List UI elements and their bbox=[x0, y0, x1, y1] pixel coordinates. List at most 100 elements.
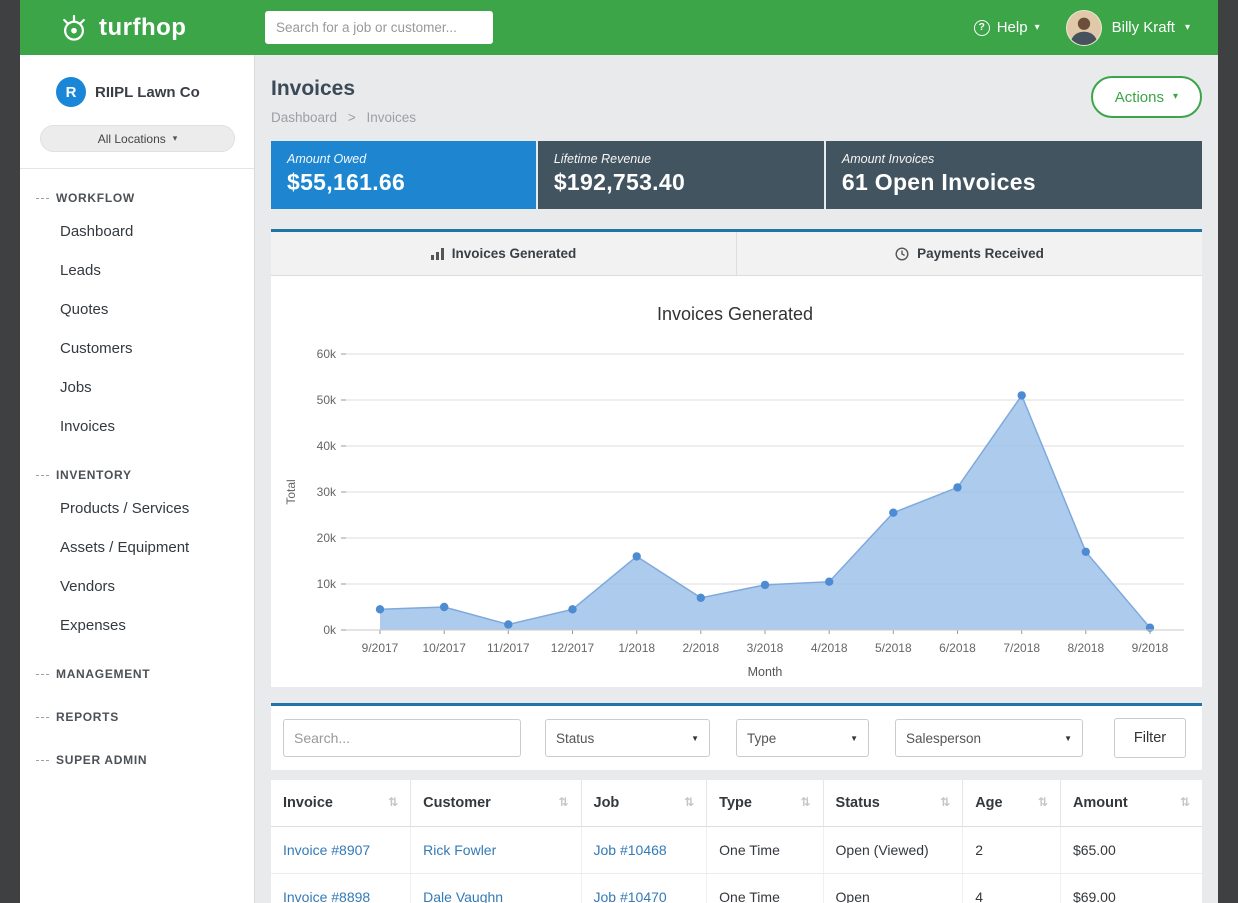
type-cell: One Time bbox=[707, 827, 823, 874]
chevron-down-icon: ▾ bbox=[1185, 23, 1190, 33]
sort-icon[interactable]: ⇅ bbox=[684, 795, 694, 809]
sidebar-item-assets-equipment[interactable]: Assets / Equipment bbox=[20, 528, 254, 567]
sidebar-item-dashboard[interactable]: Dashboard bbox=[20, 212, 254, 251]
user-name: Billy Kraft bbox=[1112, 19, 1175, 36]
svg-text:7/2018: 7/2018 bbox=[1003, 641, 1040, 655]
sidebar: R RIIPL Lawn Co All Locations ▾ WORKFLOW… bbox=[20, 55, 255, 903]
filter-selects: Status▼ Type▼ Salesperson▼ bbox=[545, 719, 1083, 757]
svg-text:60k: 60k bbox=[317, 347, 337, 361]
customer-link[interactable]: Dale Vaughn bbox=[423, 889, 503, 903]
invoice-link[interactable]: Invoice #8907 bbox=[283, 842, 370, 858]
sort-icon[interactable]: ⇅ bbox=[1038, 795, 1048, 809]
column-header-customer[interactable]: Customer⇅ bbox=[411, 780, 581, 827]
company-name: RIIPL Lawn Co bbox=[95, 84, 200, 101]
customer-link[interactable]: Rick Fowler bbox=[423, 842, 496, 858]
column-header-status[interactable]: Status⇅ bbox=[823, 780, 963, 827]
nav-section-label: REPORTS bbox=[56, 710, 119, 724]
tab-invoices-generated[interactable]: Invoices Generated bbox=[271, 232, 737, 275]
filter-button[interactable]: Filter bbox=[1114, 718, 1186, 758]
svg-text:20k: 20k bbox=[317, 531, 337, 545]
chevron-down-icon: ▾ bbox=[173, 134, 178, 143]
age-cell: 2 bbox=[963, 827, 1061, 874]
sidebar-item-jobs[interactable]: Jobs bbox=[20, 368, 254, 407]
salesperson-select[interactable]: Salesperson▼ bbox=[895, 719, 1083, 757]
svg-text:6/2018: 6/2018 bbox=[939, 641, 976, 655]
svg-text:12/2017: 12/2017 bbox=[551, 641, 595, 655]
sort-icon[interactable]: ⇅ bbox=[1180, 795, 1190, 809]
sort-icon[interactable]: ⇅ bbox=[940, 795, 950, 809]
sidebar-nav: WORKFLOWDashboardLeadsQuotesCustomersJob… bbox=[20, 169, 254, 774]
sidebar-item-quotes[interactable]: Quotes bbox=[20, 290, 254, 329]
nav-section-label: SUPER ADMIN bbox=[56, 753, 147, 767]
user-menu[interactable]: Billy Kraft ▾ bbox=[1066, 10, 1190, 46]
amount-cell: $69.00 bbox=[1060, 874, 1202, 903]
nav-section-reports[interactable]: REPORTS bbox=[20, 688, 254, 731]
nav-section-super-admin[interactable]: SUPER ADMIN bbox=[20, 731, 254, 774]
svg-text:0k: 0k bbox=[323, 623, 337, 637]
job-link[interactable]: Job #10470 bbox=[594, 889, 667, 903]
status-cell: Open (Viewed) bbox=[823, 827, 963, 874]
status-select[interactable]: Status▼ bbox=[545, 719, 710, 757]
invoices-table-panel: Invoice⇅Customer⇅Job⇅Type⇅Status⇅Age⇅Amo… bbox=[271, 780, 1202, 903]
table-row: Invoice #8907 Rick Fowler Job #10468 One Ti… bbox=[271, 827, 1202, 874]
actions-button-label: Actions bbox=[1115, 89, 1164, 106]
help-menu[interactable]: ? Help ▾ bbox=[974, 19, 1040, 36]
tab-payments-received[interactable]: Payments Received bbox=[737, 232, 1202, 275]
column-header-type[interactable]: Type⇅ bbox=[707, 780, 823, 827]
svg-text:10/2017: 10/2017 bbox=[423, 641, 467, 655]
global-search-input[interactable] bbox=[265, 11, 493, 44]
sort-icon[interactable]: ⇅ bbox=[388, 795, 398, 809]
sidebar-item-invoices[interactable]: Invoices bbox=[20, 407, 254, 446]
sort-icon[interactable]: ⇅ bbox=[800, 795, 810, 809]
svg-text:40k: 40k bbox=[317, 439, 337, 453]
location-selector[interactable]: All Locations ▾ bbox=[40, 125, 235, 152]
clock-icon bbox=[895, 247, 909, 261]
app-window: turfhop ? Help ▾ Billy Kraft ▾ bbox=[20, 0, 1218, 903]
logo-text: turfhop bbox=[99, 14, 186, 42]
type-select[interactable]: Type▼ bbox=[736, 719, 869, 757]
tab-strip: Invoices GeneratedPayments Received bbox=[271, 232, 1202, 276]
stat-card-lifetime-revenue: Lifetime Revenue$192,753.40 bbox=[538, 141, 824, 209]
bar-chart-icon bbox=[431, 248, 444, 260]
sidebar-item-leads[interactable]: Leads bbox=[20, 251, 254, 290]
table-row: Invoice #8898 Dale Vaughn Job #10470 One Ti… bbox=[271, 874, 1202, 903]
job-link[interactable]: Job #10468 bbox=[594, 842, 667, 858]
svg-text:8/2018: 8/2018 bbox=[1067, 641, 1104, 655]
nav-section-inventory[interactable]: INVENTORY bbox=[20, 446, 254, 489]
sidebar-item-products-services[interactable]: Products / Services bbox=[20, 489, 254, 528]
company-header: R RIIPL Lawn Co bbox=[20, 55, 254, 117]
page-title: Invoices bbox=[271, 77, 416, 101]
column-header-age[interactable]: Age⇅ bbox=[963, 780, 1061, 827]
select-caret-icon: ▼ bbox=[1064, 734, 1072, 743]
svg-text:30k: 30k bbox=[317, 485, 337, 499]
nav-section-workflow[interactable]: WORKFLOW bbox=[20, 169, 254, 212]
breadcrumb-invoices: Invoices bbox=[366, 110, 416, 125]
sidebar-item-vendors[interactable]: Vendors bbox=[20, 567, 254, 606]
table-search-input[interactable] bbox=[283, 719, 521, 757]
logo[interactable]: turfhop bbox=[20, 12, 255, 44]
svg-text:2/2018: 2/2018 bbox=[682, 641, 719, 655]
svg-text:11/2017: 11/2017 bbox=[487, 641, 530, 655]
nav-section-management[interactable]: MANAGEMENT bbox=[20, 645, 254, 688]
select-caret-icon: ▼ bbox=[850, 734, 858, 743]
sidebar-item-expenses[interactable]: Expenses bbox=[20, 606, 254, 645]
tree-collapse-icon bbox=[36, 760, 49, 761]
svg-text:4/2018: 4/2018 bbox=[811, 641, 848, 655]
column-header-amount[interactable]: Amount⇅ bbox=[1060, 780, 1202, 827]
type-cell: One Time bbox=[707, 874, 823, 903]
help-icon: ? bbox=[974, 20, 990, 36]
chart-container: Invoices Generated0k10k20k30k40k50k60k9/… bbox=[271, 276, 1202, 687]
sidebar-item-customers[interactable]: Customers bbox=[20, 329, 254, 368]
breadcrumb-dashboard[interactable]: Dashboard bbox=[271, 110, 337, 125]
column-header-job[interactable]: Job⇅ bbox=[581, 780, 707, 827]
actions-button[interactable]: Actions ▾ bbox=[1091, 76, 1202, 118]
tree-collapse-icon bbox=[36, 475, 49, 476]
svg-text:9/2017: 9/2017 bbox=[362, 641, 399, 655]
stat-label: Amount Invoices bbox=[842, 152, 1186, 166]
column-header-invoice[interactable]: Invoice⇅ bbox=[271, 780, 411, 827]
sort-icon[interactable]: ⇅ bbox=[558, 795, 568, 809]
chart-panel: Invoices GeneratedPayments Received Invo… bbox=[271, 229, 1202, 687]
breadcrumb: Dashboard > Invoices bbox=[271, 110, 416, 125]
stat-card-amount-invoices: Amount Invoices61 Open Invoices bbox=[826, 141, 1202, 209]
invoice-link[interactable]: Invoice #8898 bbox=[283, 889, 370, 903]
